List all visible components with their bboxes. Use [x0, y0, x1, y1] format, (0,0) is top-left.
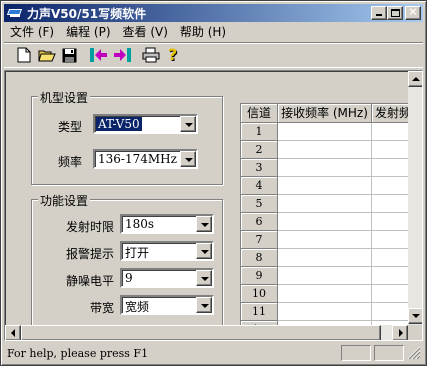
tx-limit-label: 发射时限	[65, 220, 114, 234]
squelch-label: 静噪电平	[65, 274, 114, 288]
rx-freq-cell[interactable]	[278, 213, 372, 231]
maximize-icon	[391, 9, 400, 17]
menu-program[interactable]: 编程 (P)	[60, 23, 116, 41]
maximize-button[interactable]	[387, 6, 403, 20]
rx-freq-cell[interactable]	[278, 177, 372, 195]
status-text: For help, please press F1	[7, 346, 149, 360]
row-header[interactable]: 4	[241, 177, 278, 195]
rx-freq-cell[interactable]	[278, 267, 372, 285]
row-header[interactable]: 10	[241, 285, 278, 303]
type-select[interactable]: AT-V50	[93, 114, 198, 134]
rx-freq-cell[interactable]	[278, 141, 372, 159]
app-icon	[6, 6, 23, 20]
squelch-select[interactable]: 9	[120, 268, 214, 288]
alarm-select[interactable]: 打开	[120, 241, 214, 261]
print-icon	[142, 47, 159, 63]
row-header[interactable]: 7	[241, 231, 278, 249]
frequency-dropdown-icon[interactable]	[180, 151, 196, 167]
rx-freq-cell[interactable]	[278, 159, 372, 177]
menu-file[interactable]: 文件 (F)	[4, 23, 60, 41]
minimize-button[interactable]	[371, 6, 387, 20]
rx-freq-cell[interactable]	[278, 303, 372, 321]
rx-freq-cell[interactable]	[278, 195, 372, 213]
rx-freq-cell[interactable]	[278, 285, 372, 303]
row-header[interactable]: 5	[241, 195, 278, 213]
bandwidth-select[interactable]: 宽频	[120, 295, 214, 315]
tx-limit-dropdown-icon[interactable]	[196, 216, 212, 232]
scroll-right-icon[interactable]	[392, 325, 408, 340]
frequency-select[interactable]: 136-174MHz	[93, 149, 198, 169]
row-header[interactable]: 11	[241, 303, 278, 321]
horizontal-scrollbar[interactable]	[5, 325, 408, 340]
status-pane-2	[374, 345, 404, 361]
rx-freq-cell[interactable]	[278, 123, 372, 141]
vertical-scrollbar[interactable]	[408, 71, 422, 328]
toolbar: ??	[4, 42, 423, 68]
frequency-label: 频率	[57, 155, 82, 169]
horizontal-scroll-thumb[interactable]	[21, 325, 381, 340]
print-button[interactable]	[139, 44, 162, 66]
row-header[interactable]: 9	[241, 267, 278, 285]
bandwidth-label: 带宽	[89, 301, 114, 315]
function-settings-title: 功能设置	[38, 192, 91, 209]
model-settings-group: 机型设置 类型 AT-V50 频率 136-174MHz	[31, 89, 223, 185]
title-bar[interactable]: 力声V50/51写频软件 ×	[4, 4, 423, 22]
new-file-icon	[17, 47, 30, 63]
close-icon: ×	[408, 5, 418, 18]
bandwidth-dropdown-icon[interactable]	[196, 297, 212, 313]
function-settings-group: 功能设置 发射时限 180s 报警提示 打开 静噪电平 9 带宽 宽频	[31, 192, 223, 340]
resize-grip-icon[interactable]	[407, 346, 421, 360]
bandwidth-value: 宽频	[125, 300, 150, 314]
rx-freq-cell[interactable]	[278, 231, 372, 249]
type-dropdown-icon[interactable]	[180, 116, 196, 132]
column-header-rx-freq[interactable]: 接收频率 (MHz)	[278, 104, 372, 123]
minimize-icon	[376, 14, 382, 16]
menu-view[interactable]: 查看 (V)	[117, 23, 174, 41]
type-label: 类型	[57, 120, 82, 134]
row-header[interactable]: 2	[241, 141, 278, 159]
new-button[interactable]	[12, 44, 35, 66]
scroll-up-icon[interactable]	[408, 71, 422, 87]
write-radio-button[interactable]	[110, 44, 133, 66]
type-value: AT-V50	[96, 117, 142, 131]
squelch-dropdown-icon[interactable]	[196, 270, 212, 286]
row-header[interactable]: 1	[241, 123, 278, 141]
tx-limit-value: 180s	[125, 217, 155, 231]
squelch-value: 9	[125, 271, 133, 285]
alarm-label: 报警提示	[65, 247, 114, 261]
alarm-value: 打开	[125, 246, 150, 260]
save-button[interactable]	[58, 44, 81, 66]
scroll-left-icon[interactable]	[5, 325, 21, 340]
tx-limit-select[interactable]: 180s	[120, 214, 214, 234]
close-button[interactable]: ×	[405, 5, 421, 20]
menu-bar: 文件 (F) 编程 (P) 查看 (V) 帮助 (H)	[4, 23, 232, 41]
model-settings-title: 机型设置	[38, 89, 91, 106]
help-button[interactable]: ??	[162, 44, 185, 66]
save-disk-icon	[62, 48, 77, 62]
status-pane-1	[341, 345, 371, 361]
client-area: 机型设置 类型 AT-V50 频率 136-174MHz 功能设置 发射时限 1…	[4, 70, 423, 341]
frequency-value: 136-174MHz	[98, 152, 177, 166]
row-header[interactable]: 3	[241, 159, 278, 177]
scroll-down-icon[interactable]	[408, 308, 422, 324]
row-header[interactable]: 8	[241, 249, 278, 267]
write-radio-icon	[113, 48, 131, 62]
rx-freq-cell[interactable]	[278, 249, 372, 267]
read-radio-button[interactable]	[87, 44, 110, 66]
channel-grid[interactable]: 信道 接收频率 (MHz) 发射频 123456789101112	[240, 103, 422, 329]
alarm-dropdown-icon[interactable]	[196, 243, 212, 259]
help-question-icon: ??	[168, 46, 178, 64]
row-header[interactable]: 6	[241, 213, 278, 231]
open-button[interactable]	[35, 44, 58, 66]
status-bar: For help, please press F1	[4, 343, 423, 363]
main-window: 力声V50/51写频软件 × 文件 (F) 编程 (P) 查看 (V) 帮助 (…	[0, 0, 427, 366]
open-folder-icon	[37, 50, 56, 61]
window-title: 力声V50/51写频软件	[27, 6, 147, 21]
menu-help[interactable]: 帮助 (H)	[174, 23, 232, 41]
column-header-channel[interactable]: 信道	[241, 104, 278, 123]
read-radio-icon	[89, 48, 107, 62]
svg-text:?: ?	[168, 46, 177, 64]
scroll-corner	[408, 325, 422, 340]
